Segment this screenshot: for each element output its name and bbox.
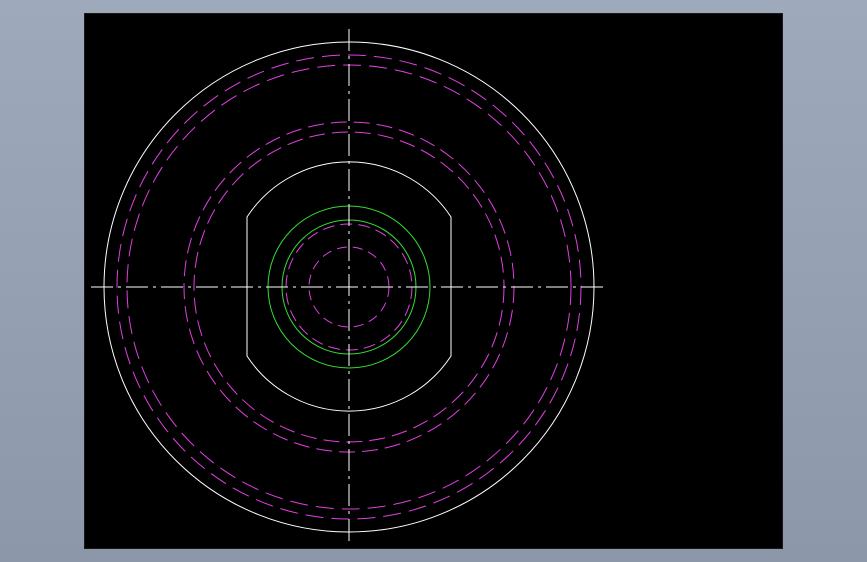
- cad-drawing-viewport[interactable]: [84, 13, 783, 549]
- cad-drawing: [91, 29, 607, 544]
